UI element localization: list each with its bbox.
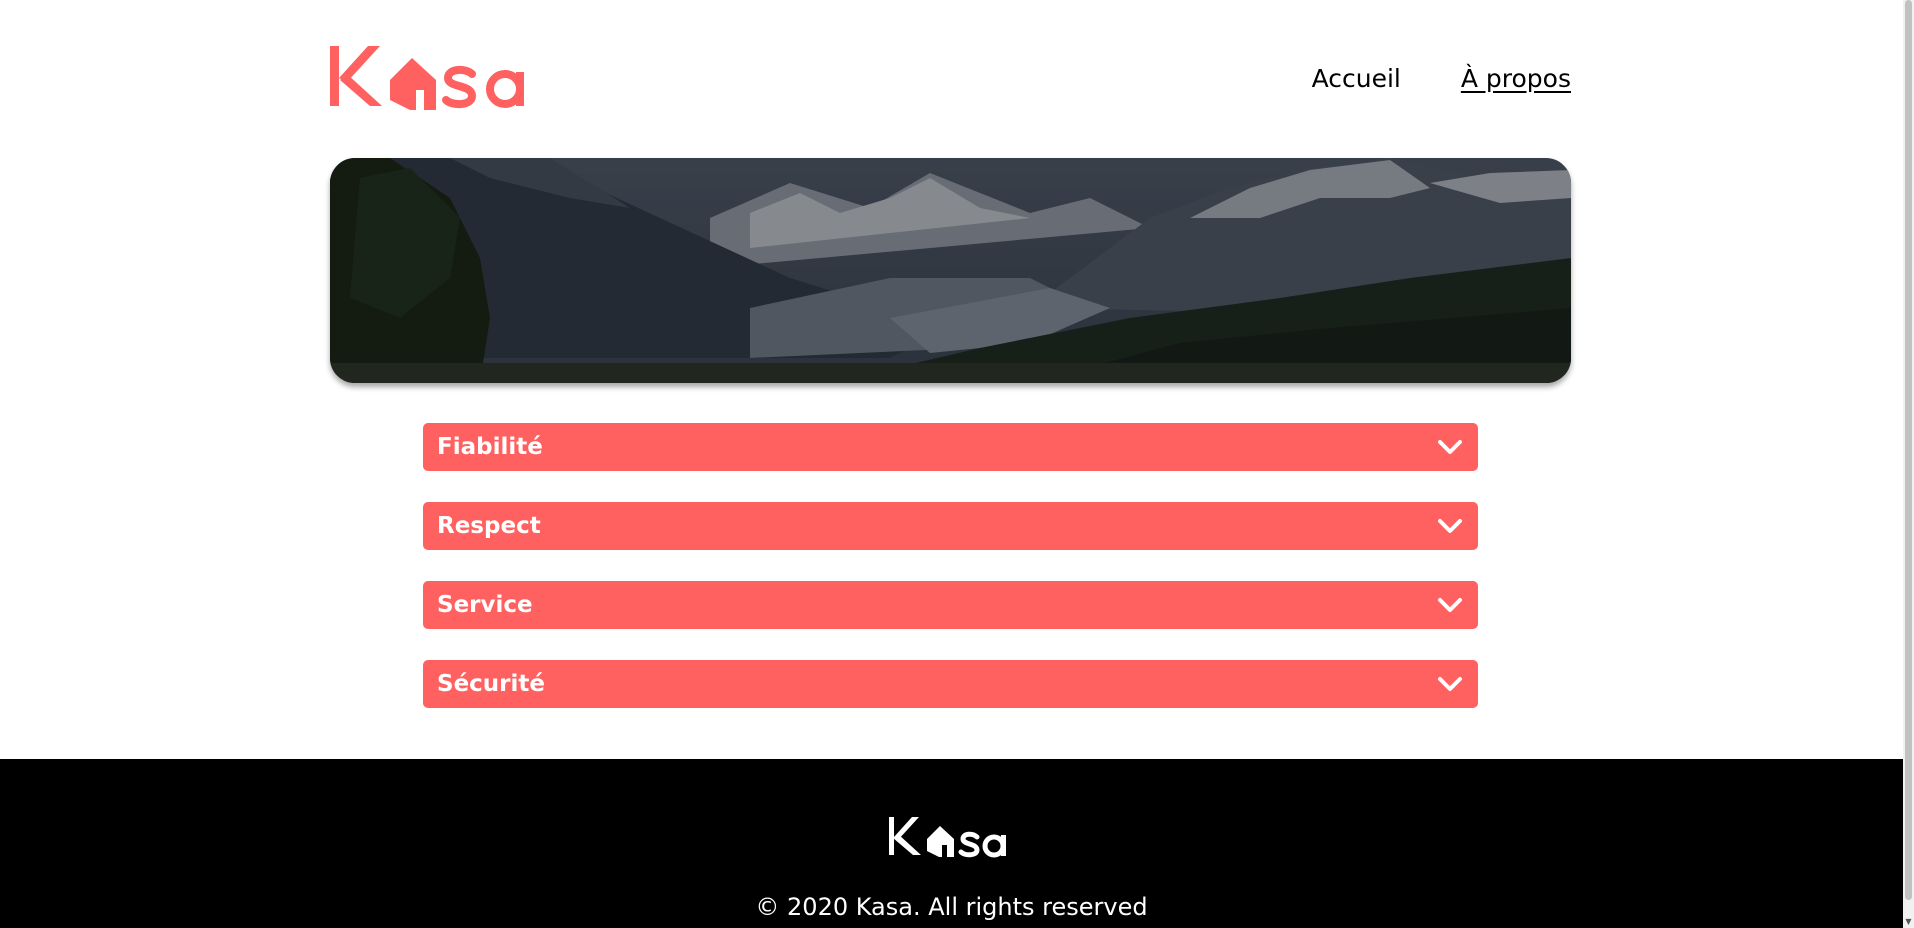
collapse-fiabilite[interactable]: Fiabilité xyxy=(423,423,1478,471)
collapse-title: Respect xyxy=(437,513,541,539)
about-banner xyxy=(330,158,1571,383)
site-footer: © 2020 Kasa. All rights reserved xyxy=(0,759,1903,928)
kasa-logo[interactable] xyxy=(330,44,544,110)
footer-logo xyxy=(887,815,1013,860)
page-scrollbar[interactable]: ▼ xyxy=(1903,0,1914,928)
chevron-down-icon[interactable] xyxy=(1436,512,1464,540)
scroll-down-arrow-icon[interactable]: ▼ xyxy=(1904,917,1913,926)
collapse-title: Service xyxy=(437,592,533,618)
scrollbar-thumb[interactable] xyxy=(1905,0,1912,900)
chevron-down-icon[interactable] xyxy=(1436,670,1464,698)
nav-link-accueil[interactable]: Accueil xyxy=(1312,64,1401,93)
footer-copyright: © 2020 Kasa. All rights reserved xyxy=(755,893,1148,921)
collapse-service[interactable]: Service xyxy=(423,581,1478,629)
mountain-landscape-image xyxy=(330,158,1571,383)
collapse-title: Sécurité xyxy=(437,671,545,697)
values-accordion: Fiabilité Respect Service Sécurité xyxy=(423,423,1478,739)
collapse-securite[interactable]: Sécurité xyxy=(423,660,1478,708)
chevron-down-icon[interactable] xyxy=(1436,433,1464,461)
main-nav: Accueil À propos xyxy=(1312,64,1571,93)
chevron-down-icon[interactable] xyxy=(1436,591,1464,619)
collapse-respect[interactable]: Respect xyxy=(423,502,1478,550)
kasa-logo-white-icon xyxy=(889,817,1006,858)
kasa-logo-icon xyxy=(330,46,524,110)
site-header: Accueil À propos xyxy=(330,44,1571,110)
nav-link-a-propos[interactable]: À propos xyxy=(1461,64,1571,93)
collapse-title: Fiabilité xyxy=(437,434,543,460)
